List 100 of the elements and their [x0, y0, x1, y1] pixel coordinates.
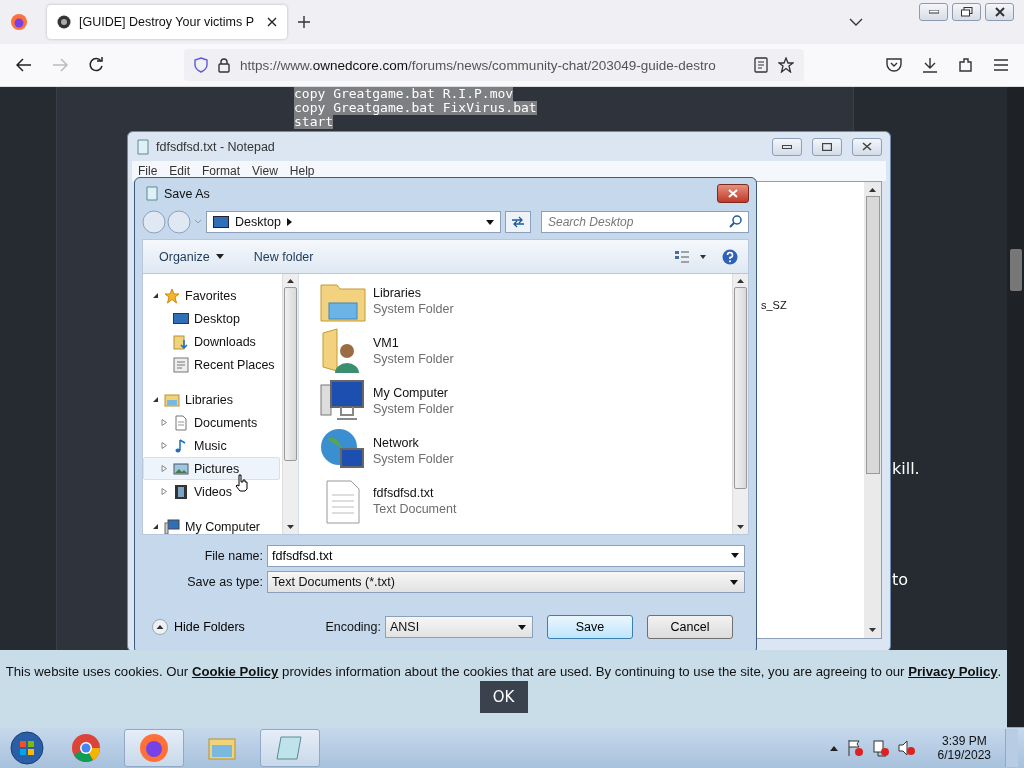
help-icon[interactable]	[722, 248, 738, 265]
caret-down-icon[interactable]	[731, 553, 739, 558]
caret-right-icon[interactable]	[286, 218, 292, 226]
scrollbar[interactable]	[1007, 87, 1024, 727]
file-name: VM1	[373, 336, 400, 350]
reader-view-icon[interactable]	[754, 57, 768, 73]
maximize-button[interactable]	[812, 137, 842, 156]
tree-item[interactable]: Music	[143, 434, 280, 457]
back-icon[interactable]	[16, 58, 32, 72]
star-icon[interactable]	[778, 57, 794, 73]
scroll-down-icon[interactable]	[737, 525, 744, 529]
tree-item[interactable]: Pictures	[143, 457, 280, 480]
expander-icon[interactable]	[152, 523, 159, 530]
plus-icon[interactable]	[297, 15, 311, 29]
browser-tab[interactable]: [GUIDE] Destroy Your victims P	[47, 5, 287, 39]
scroll-down-icon[interactable]	[287, 525, 294, 529]
tree-item[interactable]: Recent Places	[143, 353, 280, 376]
tree-item[interactable]: My Computer	[143, 515, 280, 534]
scroll-thumb[interactable]	[1009, 249, 1022, 291]
caret-down-icon	[518, 624, 526, 630]
scroll-up-icon[interactable]	[737, 279, 744, 283]
tree-item[interactable]: Downloads	[143, 330, 280, 353]
save-button[interactable]: Save	[547, 615, 633, 639]
encoding-dropdown[interactable]: ANSI	[385, 616, 533, 638]
view-options-icon[interactable]	[674, 249, 708, 264]
close-button[interactable]	[985, 3, 1014, 21]
file-name: My Computer	[373, 386, 450, 400]
computer-icon	[164, 518, 180, 534]
clock[interactable]: 3:39 PM 6/19/2023	[937, 734, 991, 762]
policy-link[interactable]: Cookie Policy	[191, 664, 279, 679]
tree-item[interactable]: Desktop	[143, 307, 280, 330]
caret-down-icon[interactable]	[486, 219, 494, 225]
tree-item[interactable]: Videos	[143, 480, 280, 503]
ok-button[interactable]: OK	[479, 681, 528, 713]
menu-item[interactable]: Help	[283, 164, 321, 178]
close-button[interactable]	[852, 137, 882, 156]
scrollbar[interactable]	[282, 274, 298, 534]
library-icon	[164, 391, 180, 408]
monitor-icon	[173, 310, 189, 327]
file-type-dropdown[interactable]: Text Documents (*.txt)	[267, 571, 745, 593]
minimize-icon	[782, 144, 792, 149]
menu-item[interactable]: View	[246, 164, 284, 178]
scroll-up-icon[interactable]	[287, 279, 294, 283]
chevron-down-icon[interactable]	[849, 18, 863, 26]
download-icon[interactable]	[922, 57, 938, 73]
expander-icon[interactable]	[152, 396, 159, 403]
explorer-entry[interactable]: VM1 System Folder	[319, 328, 519, 374]
scrollbar[interactable]	[732, 274, 748, 534]
puzzle-icon[interactable]	[958, 57, 974, 73]
caret-down-icon	[215, 254, 224, 259]
speaker-muted-icon[interactable]	[897, 739, 916, 757]
address-bar[interactable]: https://www.ownedcore.com/forums/news/community-chat/203049-guide-destro	[184, 49, 804, 81]
swap-arrows-icon	[511, 216, 525, 228]
search-icon[interactable]	[729, 215, 742, 228]
tree-item[interactable]: Documents	[143, 411, 280, 434]
scroll-up-icon[interactable]	[869, 188, 876, 192]
cancel-button[interactable]: Cancel	[647, 615, 733, 639]
tree-item[interactable]: Libraries	[143, 388, 280, 411]
lock-icon[interactable]	[218, 57, 230, 73]
explorer-entry[interactable]: Network System Folder	[319, 428, 519, 474]
menu-item[interactable]: Format	[196, 164, 247, 178]
tree-item[interactable]: Favorites	[143, 284, 280, 307]
flag-icon[interactable]	[845, 739, 864, 757]
explorer-entry[interactable]: My Computer System Folder	[319, 378, 519, 424]
network-icon[interactable]	[871, 739, 890, 757]
restore-button[interactable]	[952, 3, 981, 21]
firefox-icon	[139, 733, 169, 763]
new-folder-button[interactable]: New folder	[245, 245, 322, 268]
organize-button[interactable]: Organize	[151, 245, 232, 268]
minimize-button[interactable]	[772, 137, 802, 156]
close-button[interactable]	[717, 184, 749, 203]
menu-item[interactable]: Edit	[163, 164, 197, 178]
menu-icon[interactable]	[994, 59, 1008, 71]
file-name-field[interactable]: fdfsdfsd.txt	[267, 545, 745, 567]
file-name: Libraries	[373, 286, 422, 300]
start-button[interactable]	[10, 731, 44, 765]
menu-item[interactable]: File	[132, 164, 164, 178]
search-field[interactable]: Search Desktop	[541, 211, 749, 233]
policy-link[interactable]: Privacy Policy	[908, 664, 998, 679]
explorer-entry[interactable]: Libraries System Folder	[319, 278, 519, 324]
file-type: Text Document	[373, 502, 457, 516]
scroll-down-icon[interactable]	[869, 628, 876, 632]
scrollbar[interactable]	[864, 182, 881, 638]
refresh-button[interactable]	[505, 211, 531, 233]
caret-up-icon[interactable]	[829, 745, 838, 751]
firefox-icon[interactable]	[10, 13, 28, 31]
explorer-entry[interactable]: fdfsdfsd.txt Text Document	[319, 478, 519, 524]
shield-icon[interactable]	[194, 57, 208, 73]
taskbar-button[interactable]	[124, 729, 184, 767]
scroll-thumb[interactable]	[284, 287, 297, 461]
address-field[interactable]: Desktop	[206, 211, 501, 233]
close-icon[interactable]	[267, 17, 277, 27]
article-text: kill.	[892, 459, 921, 478]
clock-date: 6/19/2023	[937, 748, 991, 762]
scroll-thumb[interactable]	[865, 196, 880, 474]
expander-icon[interactable]	[152, 292, 159, 299]
hide-folders-button[interactable]: Hide Folders	[152, 619, 245, 635]
reload-icon[interactable]	[88, 57, 104, 73]
pocket-icon[interactable]	[886, 58, 902, 72]
scroll-thumb[interactable]	[734, 287, 747, 489]
